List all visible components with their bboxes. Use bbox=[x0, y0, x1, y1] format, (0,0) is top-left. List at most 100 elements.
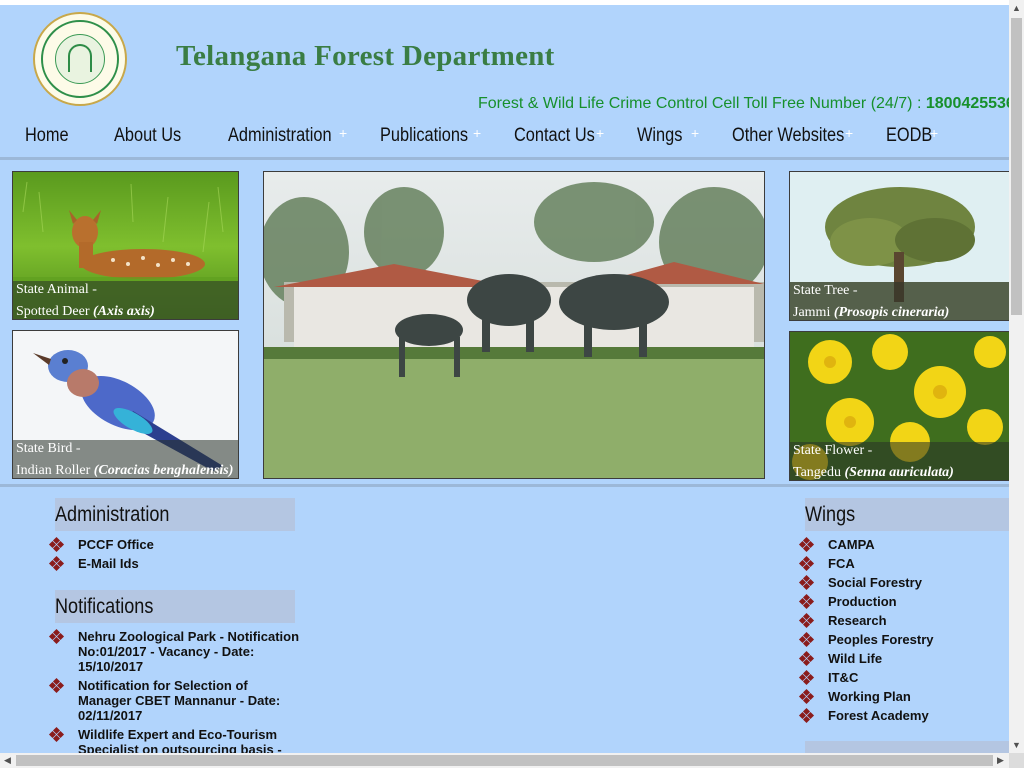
tile-caption: State Flower - Tangedu (Senna auriculata… bbox=[790, 442, 1009, 480]
site-title: Telangana Forest Department bbox=[176, 40, 555, 72]
state-animal-tile[interactable]: State Animal - Spotted Deer (Axis axis) bbox=[12, 171, 239, 320]
logo-arch-icon bbox=[68, 44, 92, 72]
scroll-up-arrow-icon[interactable]: ▲ bbox=[1012, 4, 1021, 13]
bullet-icon bbox=[798, 688, 815, 705]
nav-divider bbox=[0, 157, 1009, 160]
expand-plus-icon[interactable]: + bbox=[339, 124, 347, 142]
nav-other-websites[interactable]: Other Websites bbox=[732, 118, 844, 156]
main-navigation: Home About Us Administration Publication… bbox=[0, 118, 1009, 156]
notifications-box-header: Notifications bbox=[55, 590, 295, 623]
bullet-icon bbox=[48, 536, 65, 553]
expand-plus-icon[interactable]: + bbox=[473, 124, 481, 142]
caption-type: State Animal - bbox=[16, 282, 97, 297]
wing-link[interactable]: Research bbox=[828, 613, 887, 628]
admin-link-pccf-office[interactable]: PCCF Office bbox=[78, 537, 154, 552]
wing-link[interactable]: Wild Life bbox=[828, 651, 882, 666]
caption-name: Jammi (Prosopis cineraria) bbox=[793, 305, 950, 320]
expand-plus-icon[interactable]: + bbox=[845, 124, 853, 142]
expand-plus-icon[interactable]: + bbox=[596, 124, 604, 142]
tile-caption: State Bird - Indian Roller (Coracias ben… bbox=[13, 440, 238, 478]
next-box-header bbox=[805, 741, 1009, 753]
caption-name: Indian Roller (Coracias benghalensis) bbox=[16, 463, 234, 478]
notification-line: Wildlife Expert and Eco-Tourism bbox=[78, 727, 277, 742]
bullet-icon bbox=[798, 707, 815, 724]
bullet-icon bbox=[798, 555, 815, 572]
vertical-scroll-thumb[interactable] bbox=[1011, 18, 1022, 315]
common-name: Tangedu bbox=[793, 465, 842, 480]
notification-line: Specialist on outsourcing basis - bbox=[78, 742, 282, 753]
notifications-heading: Notifications bbox=[55, 595, 154, 618]
wing-link[interactable]: Peoples Forestry bbox=[828, 632, 934, 647]
common-name: Indian Roller bbox=[16, 463, 91, 478]
bullet-icon bbox=[48, 628, 65, 645]
scrollbar-corner bbox=[1009, 753, 1024, 768]
caption-type: State Flower - bbox=[793, 443, 873, 458]
nav-about-us[interactable]: About Us bbox=[114, 118, 181, 156]
notification-link[interactable]: Notification for Selection of Manager CB… bbox=[78, 678, 280, 723]
scroll-left-arrow-icon[interactable]: ◀ bbox=[4, 756, 11, 765]
caption-type: State Tree - bbox=[793, 283, 858, 298]
wing-link[interactable]: FCA bbox=[828, 556, 855, 571]
administration-heading: Administration bbox=[55, 503, 170, 526]
notification-link[interactable]: Nehru Zoological Park - Notification No:… bbox=[78, 629, 299, 674]
bullet-icon bbox=[798, 536, 815, 553]
scientific-name: (Senna auriculata) bbox=[844, 465, 954, 480]
bullet-icon bbox=[798, 669, 815, 686]
administration-box-header: Administration bbox=[55, 498, 295, 531]
state-tree-tile[interactable]: State Tree - Jammi (Prosopis cineraria) bbox=[789, 171, 1009, 321]
expand-plus-icon[interactable]: + bbox=[930, 124, 938, 142]
government-logo[interactable] bbox=[33, 12, 127, 106]
caption-name: Tangedu (Senna auriculata) bbox=[793, 465, 954, 480]
state-bird-tile[interactable]: State Bird - Indian Roller (Coracias ben… bbox=[12, 330, 239, 479]
bullet-icon bbox=[798, 631, 815, 648]
notification-link[interactable]: Wildlife Expert and Eco-Tourism Speciali… bbox=[78, 727, 282, 753]
bullet-icon bbox=[48, 677, 65, 694]
top-border bbox=[0, 0, 1009, 5]
wing-link[interactable]: Working Plan bbox=[828, 689, 911, 704]
hero-banner-image[interactable] bbox=[263, 171, 765, 479]
wing-link[interactable]: Social Forestry bbox=[828, 575, 922, 590]
bullet-icon bbox=[798, 612, 815, 629]
notification-line: No:01/2017 - Vacancy - Date: bbox=[78, 644, 255, 659]
notification-line: 15/10/2017 bbox=[78, 659, 144, 674]
scientific-name: (Axis axis) bbox=[92, 304, 155, 319]
nav-wings[interactable]: Wings bbox=[637, 118, 682, 156]
admin-link-email-ids[interactable]: E-Mail Ids bbox=[78, 556, 139, 571]
page-viewport: Telangana Forest Department Forest & Wil… bbox=[0, 0, 1009, 753]
scientific-name: (Coracias benghalensis) bbox=[93, 463, 234, 478]
scroll-down-arrow-icon[interactable]: ▼ bbox=[1012, 741, 1021, 750]
wing-link[interactable]: CAMPA bbox=[828, 537, 875, 552]
tollfree-label: Forest & Wild Life Crime Control Cell To… bbox=[478, 95, 926, 112]
notification-line: Notification for Selection of bbox=[78, 678, 248, 693]
nav-contact-us[interactable]: Contact Us bbox=[514, 118, 595, 156]
wings-box-header: Wings bbox=[805, 498, 1009, 531]
expand-plus-icon[interactable]: + bbox=[691, 124, 699, 142]
notification-line: 02/11/2017 bbox=[78, 708, 143, 723]
nav-publications[interactable]: Publications bbox=[380, 118, 468, 156]
wing-link[interactable]: IT&C bbox=[828, 670, 858, 685]
notification-line: Nehru Zoological Park - Notification bbox=[78, 629, 300, 644]
section-divider bbox=[0, 484, 1009, 487]
caption-type: State Bird - bbox=[16, 441, 81, 456]
wing-link[interactable]: Forest Academy bbox=[828, 708, 929, 723]
state-flower-tile[interactable]: State Flower - Tangedu (Senna auriculata… bbox=[789, 331, 1009, 481]
bullet-icon bbox=[798, 574, 815, 591]
bullet-icon bbox=[798, 650, 815, 667]
horizontal-scroll-thumb[interactable] bbox=[16, 755, 993, 766]
tollfree-line: Forest & Wild Life Crime Control Cell To… bbox=[478, 95, 1009, 113]
scroll-right-arrow-icon[interactable]: ▶ bbox=[997, 756, 1004, 765]
scientific-name: (Prosopis cineraria) bbox=[833, 305, 950, 320]
bullet-icon bbox=[48, 726, 65, 743]
wings-heading: Wings bbox=[805, 503, 856, 526]
bullet-icon bbox=[48, 555, 65, 572]
common-name: Spotted Deer bbox=[16, 304, 90, 319]
bullet-icon bbox=[798, 593, 815, 610]
notification-line: Manager CBET Mannanur - Date: bbox=[78, 693, 281, 708]
nav-administration[interactable]: Administration bbox=[228, 118, 332, 156]
bison-statues-photo bbox=[264, 172, 764, 478]
wing-link[interactable]: Production bbox=[828, 594, 897, 609]
nav-eodb[interactable]: EODB bbox=[886, 118, 932, 156]
tile-caption: State Animal - Spotted Deer (Axis axis) bbox=[13, 281, 238, 319]
tollfree-number[interactable]: 18004255364 bbox=[926, 95, 1009, 112]
nav-home[interactable]: Home bbox=[25, 118, 69, 156]
